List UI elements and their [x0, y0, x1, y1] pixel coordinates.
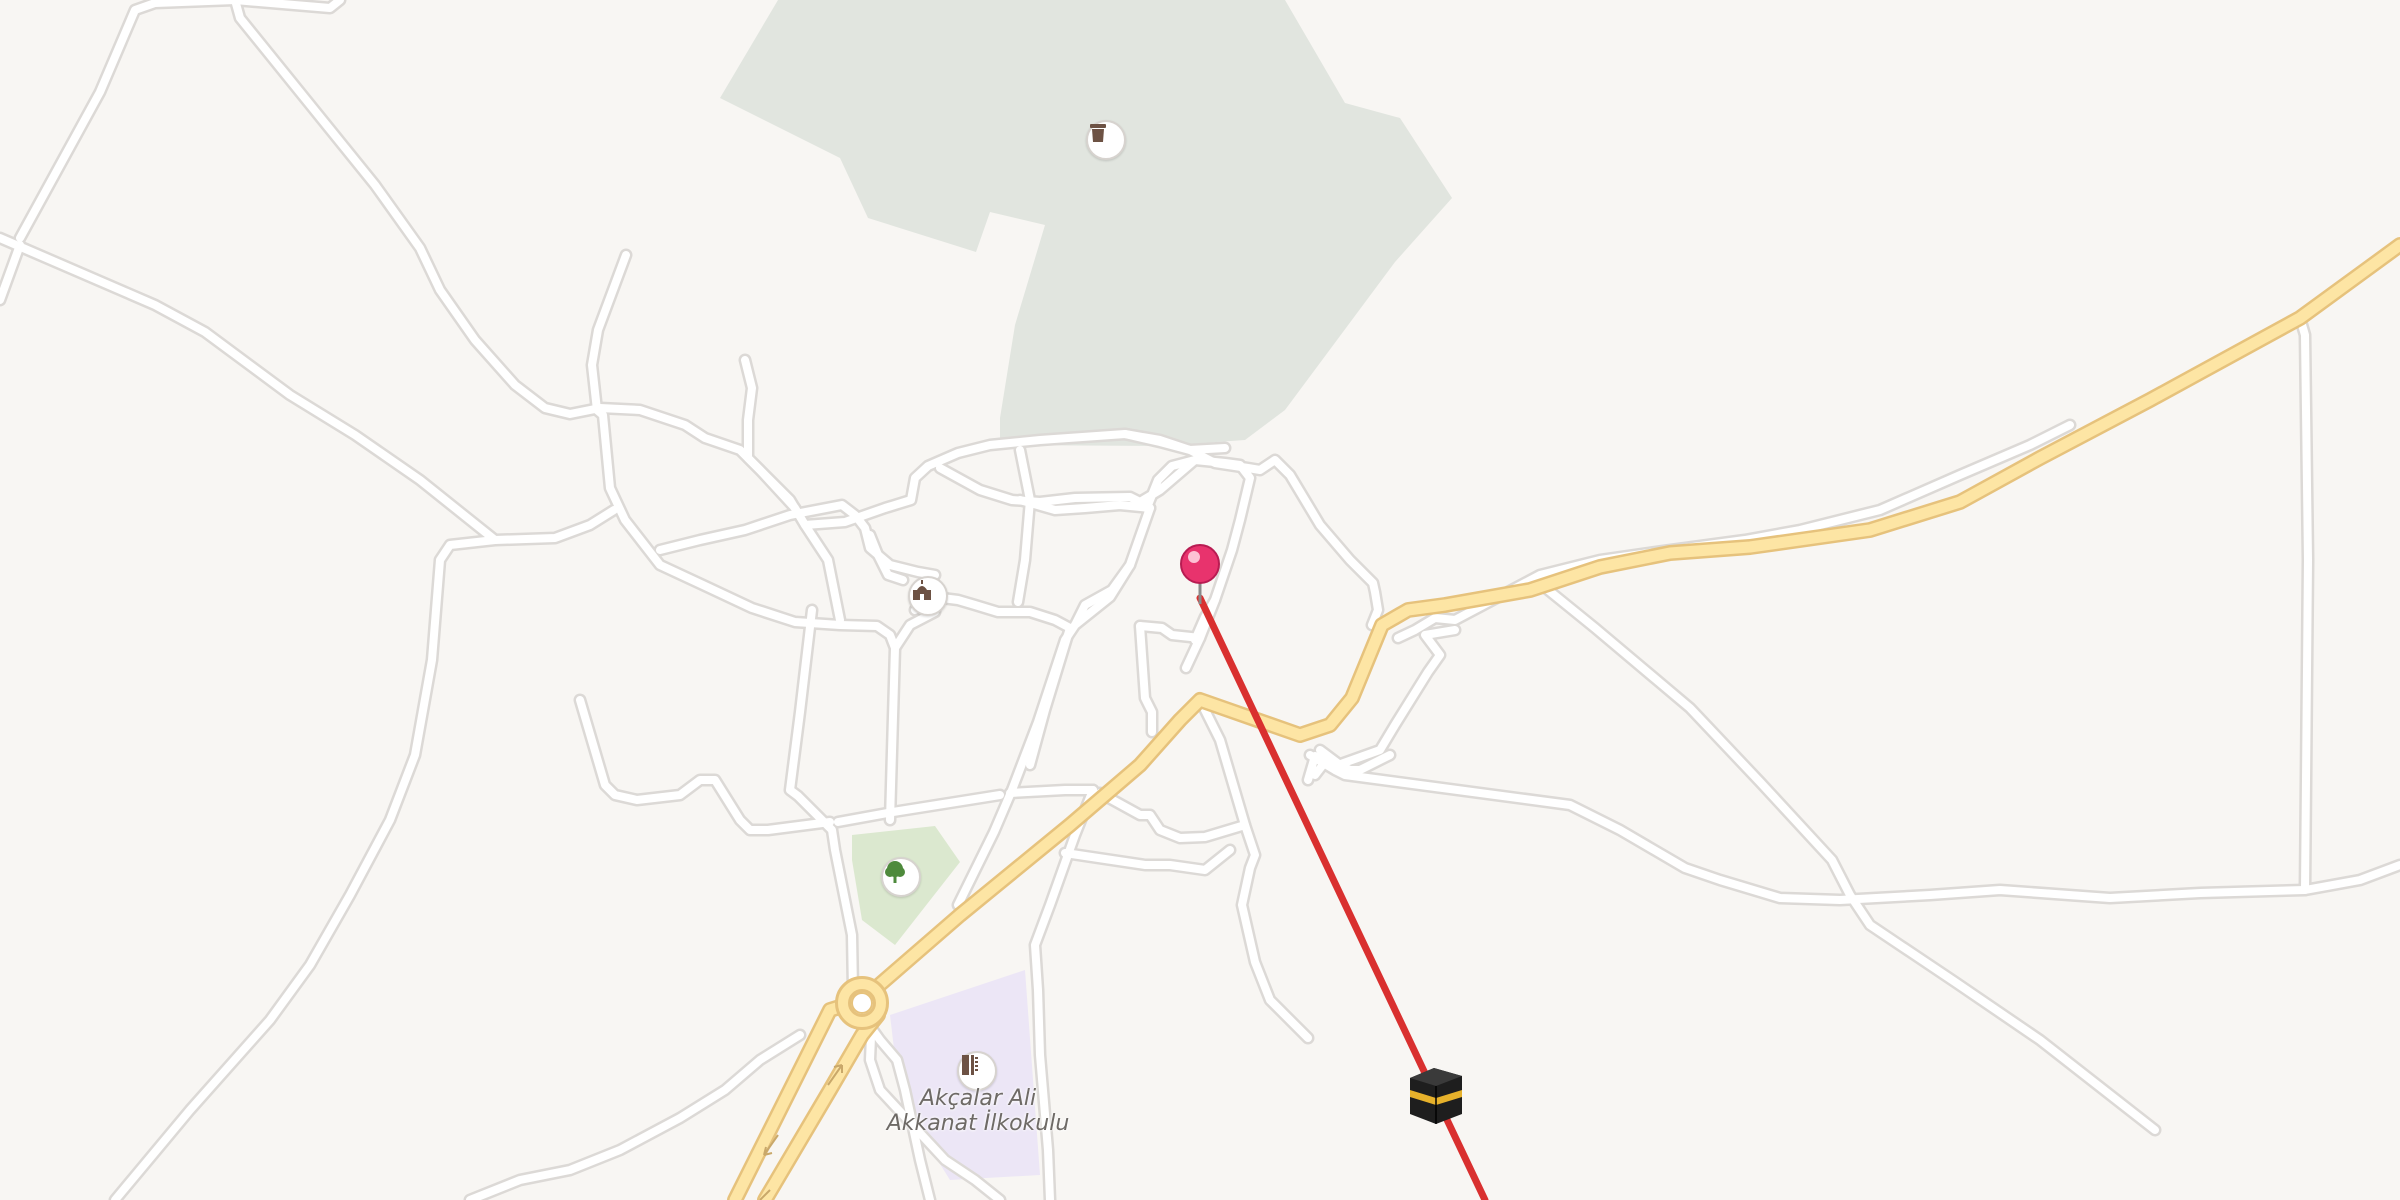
mosque-icon [913, 580, 931, 600]
map-base-layer [0, 0, 2400, 1200]
school-label-line1: Akçalar Ali [919, 1086, 1037, 1111]
park-marker[interactable] [881, 857, 921, 897]
school-label[interactable]: Akçalar Ali Akkanat İlkokulu [868, 1086, 1088, 1136]
mosque-marker[interactable] [908, 576, 948, 616]
cemetery-icon [1090, 124, 1106, 142]
kaaba-icon[interactable] [1410, 1068, 1462, 1124]
roundabout-center [851, 992, 873, 1014]
tree-icon [885, 861, 905, 883]
school-label-line2: Akkanat İlkokulu [886, 1111, 1070, 1136]
cemetery-marker[interactable] [1086, 120, 1126, 160]
school-marker[interactable] [957, 1051, 997, 1091]
park-area [720, 0, 1452, 446]
map-canvas[interactable]: Akçalar Ali Akkanat İlkokulu [0, 0, 2400, 1200]
school-icon [962, 1055, 978, 1075]
